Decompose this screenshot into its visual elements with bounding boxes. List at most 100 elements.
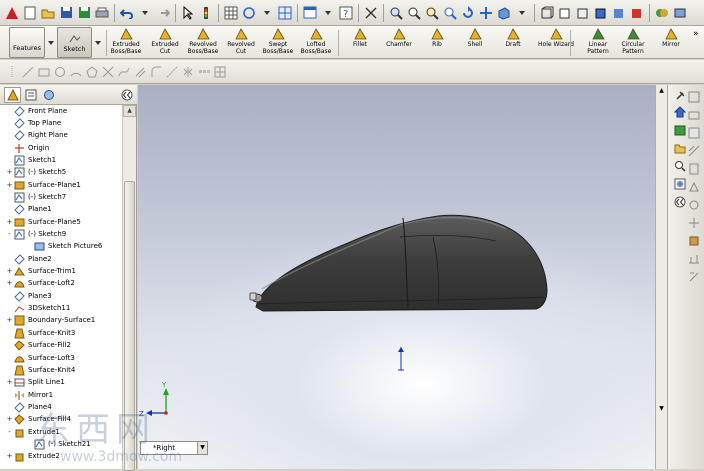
expand-icon[interactable]: + [6, 416, 13, 423]
print-icon[interactable] [94, 5, 110, 21]
feature-manager-tab-icon[interactable] [4, 87, 21, 103]
feature-button[interactable]: Linear Pattern [582, 27, 614, 58]
mirror-sketch-icon[interactable] [181, 65, 195, 79]
view-tool-icon[interactable] [688, 163, 700, 177]
appearance-icon[interactable] [654, 5, 670, 21]
pin-icon[interactable] [673, 89, 687, 103]
zoom-area-icon[interactable] [406, 5, 422, 21]
chevron-down-icon[interactable] [320, 5, 336, 21]
trim-icon[interactable] [101, 65, 115, 79]
linear-sketch-pattern-icon[interactable] [197, 65, 211, 79]
chevron-down-icon[interactable] [259, 5, 275, 21]
options-grid-icon[interactable] [223, 5, 239, 21]
rotate-icon[interactable] [460, 5, 476, 21]
graphics-area[interactable]: Y Z [138, 85, 655, 469]
shaded-icon[interactable] [611, 5, 627, 21]
solidworks-logo-icon[interactable] [4, 5, 20, 21]
feature-button[interactable]: Circular Pattern [617, 27, 649, 58]
rectangle-icon[interactable] [37, 65, 51, 79]
open-folder-icon[interactable] [40, 5, 56, 21]
tree-item[interactable]: Plane1 [0, 204, 122, 216]
tree-item[interactable]: Front Plane [0, 105, 122, 117]
polygon-icon[interactable] [85, 65, 99, 79]
tree-item[interactable]: + Surface-Plane1 [0, 179, 122, 191]
undo-icon[interactable] [119, 5, 135, 21]
expand-icon[interactable]: + [6, 181, 13, 189]
feature-button[interactable]: Shell [462, 27, 488, 58]
offset-icon[interactable] [133, 65, 147, 79]
tree-item[interactable]: (-) Sketch7 [0, 191, 122, 203]
tree-item[interactable]: Plane3 [0, 290, 122, 302]
collapse-icon[interactable]: - [6, 231, 13, 238]
select-arrow-icon[interactable] [180, 5, 196, 21]
appearances-icon[interactable] [673, 177, 687, 191]
more-commands-icon[interactable]: » [693, 29, 699, 39]
collapse-taskpane-icon[interactable] [673, 195, 687, 209]
feature-button[interactable]: Mirror [657, 27, 685, 58]
tree-item[interactable]: Sketch1 [0, 154, 122, 166]
view-tool-icon[interactable] [688, 199, 700, 213]
tree-item[interactable]: Origin [0, 142, 122, 154]
chevron-down-icon[interactable]: ▼ [197, 442, 207, 454]
property-manager-tab-icon[interactable] [22, 87, 39, 103]
spline-icon[interactable] [117, 65, 131, 79]
tree-item[interactable]: + Boundary-Surface1 [0, 315, 122, 327]
expand-icon[interactable]: + [6, 317, 13, 324]
zoom-fit-icon[interactable] [388, 5, 404, 21]
new-document-icon[interactable] [22, 5, 38, 21]
grid-icon[interactable] [277, 5, 293, 21]
tree-item[interactable]: Plane2 [0, 253, 122, 265]
view-tool-icon[interactable] [688, 271, 700, 285]
save-icon[interactable] [58, 5, 74, 21]
zoom-selection-icon[interactable] [442, 5, 458, 21]
circle-icon[interactable] [53, 65, 67, 79]
tree-item[interactable]: Sketch Picture6 [0, 241, 122, 253]
line-icon[interactable] [21, 65, 35, 79]
tree-item[interactable]: Surface-Loft3 [0, 352, 122, 364]
chevron-down-icon[interactable] [137, 5, 153, 21]
feature-button[interactable]: Chamfer [379, 27, 419, 58]
tree-item[interactable]: + Surface-Trim1 [0, 266, 122, 278]
tree-item[interactable]: + (-) Sketch5 [0, 167, 122, 179]
expand-icon[interactable]: + [6, 280, 13, 287]
pan-icon[interactable] [478, 5, 494, 21]
expand-icon[interactable]: + [6, 453, 13, 460]
feature-button[interactable]: Revolved Boss/Base [185, 27, 221, 58]
redo-icon[interactable] [155, 5, 171, 21]
view-tool-icon[interactable] [688, 253, 700, 267]
tree-item[interactable]: - (-) Sketch9 [0, 229, 122, 241]
file-explorer-icon[interactable] [673, 141, 687, 155]
snap-icon[interactable] [241, 5, 257, 21]
arc-icon[interactable] [69, 65, 83, 79]
expand-icon[interactable]: + [6, 218, 13, 226]
view-tool-icon[interactable] [688, 217, 700, 231]
collapse-panel-icon[interactable] [118, 87, 135, 103]
realview-icon[interactable] [672, 5, 688, 21]
chevron-down-icon[interactable] [94, 27, 102, 58]
window-layout-icon[interactable] [302, 5, 318, 21]
view-tool-icon[interactable] [688, 145, 700, 159]
scroll-up-icon[interactable]: ▲ [656, 85, 667, 96]
tree-item[interactable]: Surface-Knit3 [0, 327, 122, 339]
view-tool-icon[interactable] [688, 91, 700, 105]
expand-icon[interactable]: + [6, 169, 13, 176]
computer-mouse-model[interactable] [249, 214, 548, 312]
section-view-icon[interactable] [629, 5, 645, 21]
hidden-lines-visible-icon[interactable] [557, 5, 573, 21]
chevron-down-icon[interactable] [48, 27, 54, 58]
view-tool-icon[interactable] [688, 181, 700, 195]
feature-button[interactable]: Lofted Boss/Base [298, 27, 334, 58]
view-tool-icon[interactable] [688, 235, 700, 249]
save-all-icon[interactable] [76, 5, 92, 21]
wireframe-icon[interactable] [539, 5, 555, 21]
tree-item[interactable]: Surface-Fill2 [0, 340, 122, 352]
help-icon[interactable]: ? [338, 5, 354, 21]
tree-item[interactable]: + Surface-Loft2 [0, 278, 122, 290]
tab-sketch[interactable]: Sketch [57, 27, 92, 58]
construction-line-icon[interactable] [165, 65, 179, 79]
hidden-lines-removed-icon[interactable] [575, 5, 591, 21]
feature-button[interactable]: Draft [500, 27, 526, 58]
tree-item[interactable]: 3DSketch11 [0, 303, 122, 315]
view-tool-icon[interactable] [688, 109, 700, 123]
tree-item[interactable]: Top Plane [0, 117, 122, 129]
